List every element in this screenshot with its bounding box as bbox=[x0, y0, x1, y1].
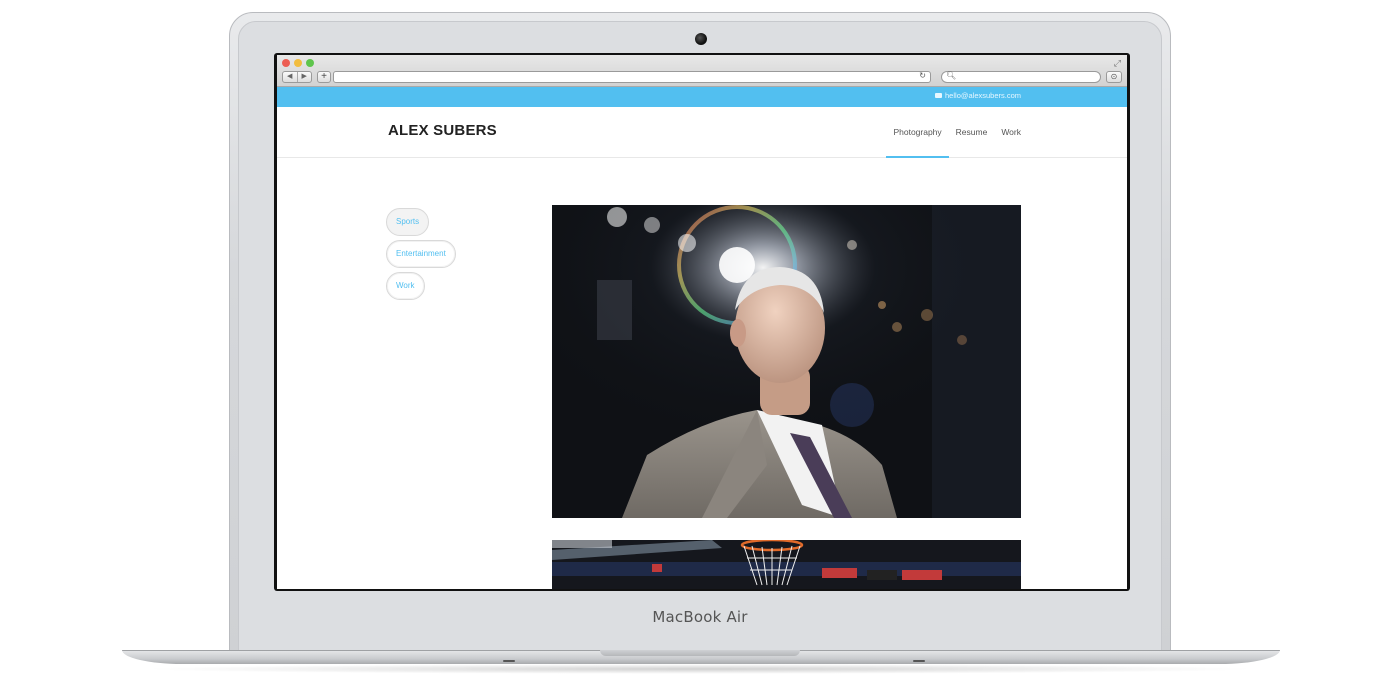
nav-item-photography[interactable]: Photography bbox=[886, 127, 949, 158]
site-logo[interactable]: ALEX SUBERS bbox=[388, 122, 497, 139]
nav-item-work[interactable]: Work bbox=[994, 127, 1021, 158]
basketball-hoop-photo[interactable] bbox=[552, 540, 1021, 589]
back-button[interactable]: ◀ bbox=[283, 72, 297, 82]
fullscreen-icon[interactable]: ⤢ bbox=[1114, 58, 1121, 69]
history-buttons: ◀ ▶ bbox=[282, 71, 312, 83]
category-pill-sports[interactable]: Sports bbox=[386, 208, 430, 236]
search-icon: 🔍︎ bbox=[946, 71, 957, 80]
contact-email-link[interactable]: hello@alexsubers.com bbox=[935, 91, 1021, 100]
browser-toolbar: ⤢ ◀ ▶ + ↻ 🔍︎ ⊙ bbox=[277, 55, 1127, 87]
laptop-foot bbox=[503, 660, 515, 662]
category-pill-entertainment[interactable]: Entertainment bbox=[386, 240, 456, 268]
webcam-icon bbox=[695, 33, 707, 45]
add-bookmark-button[interactable]: + bbox=[317, 71, 331, 83]
address-bar[interactable]: ↻ bbox=[333, 71, 931, 83]
base-shadow bbox=[140, 664, 1260, 674]
share-button[interactable]: ⊙ bbox=[1106, 71, 1122, 83]
forward-button[interactable]: ▶ bbox=[296, 72, 312, 82]
category-pill-work[interactable]: Work bbox=[386, 272, 425, 300]
reload-icon[interactable]: ↻ bbox=[919, 71, 926, 80]
close-window-icon[interactable] bbox=[282, 59, 290, 67]
contact-email: hello@alexsubers.com bbox=[945, 91, 1021, 100]
search-input[interactable]: 🔍︎ bbox=[941, 71, 1101, 83]
coach-portrait-photo[interactable] bbox=[552, 205, 1021, 518]
screen: ⤢ ◀ ▶ + ↻ 🔍︎ ⊙ hello@alexsubers.com ALEX… bbox=[277, 55, 1127, 589]
nav-item-resume[interactable]: Resume bbox=[949, 127, 995, 158]
base-notch bbox=[600, 650, 800, 656]
laptop-foot bbox=[913, 660, 925, 662]
maximize-window-icon[interactable] bbox=[306, 59, 314, 67]
minimize-window-icon[interactable] bbox=[294, 59, 302, 67]
device-brand-label: MacBook Air bbox=[652, 608, 748, 626]
main-nav: Photography Resume Work bbox=[886, 127, 1021, 158]
mail-icon bbox=[935, 93, 943, 98]
site-header: ALEX SUBERS Photography Resume Work bbox=[277, 107, 1127, 158]
site-topbar: hello@alexsubers.com bbox=[277, 87, 1127, 107]
